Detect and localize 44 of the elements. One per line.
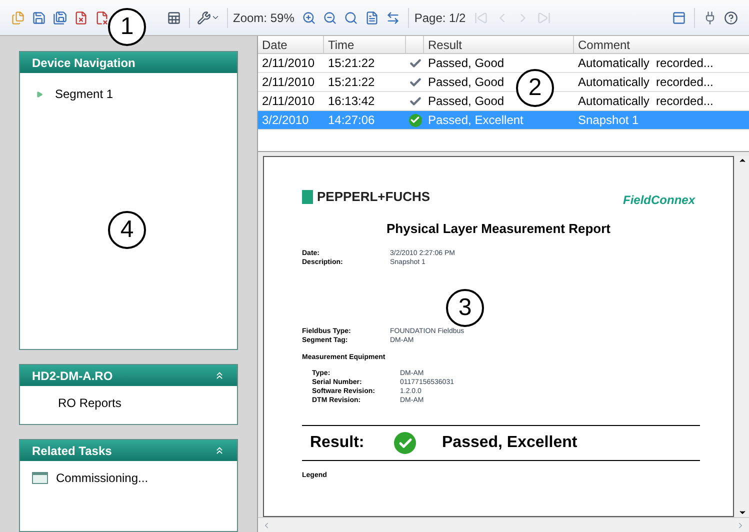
table-cell-text: 2/11/2010 (261, 55, 316, 72)
table-cell-text: 15:21:22 (327, 74, 376, 91)
table-cell-text: Passed, Good (428, 74, 504, 91)
table-cell-text: Automatically recorded... (577, 93, 714, 110)
table-cell-text: Passed, Good (428, 93, 504, 110)
result-value: Passed, Excellent (442, 433, 578, 453)
wrench-icon (197, 10, 211, 24)
column-header[interactable]: Time (324, 36, 406, 53)
table-cell-text: 15:21:22 (327, 55, 376, 72)
panel-title: HD2-DM-A.RO (32, 368, 113, 384)
check-icon (408, 76, 422, 88)
scroll-down-icon[interactable] (738, 508, 746, 517)
panel-title: Related Tasks (32, 442, 112, 460)
page-label: Page: 1/2 (414, 10, 466, 26)
table-cell-text: Passed, Excellent (428, 112, 524, 129)
zoom-label: Zoom: 59% (233, 10, 294, 26)
column-header[interactable]: Result (424, 36, 574, 53)
table-cell-text: 2/11/2010 (261, 93, 316, 110)
table-cell-text: 2/11/2010 (261, 74, 316, 91)
table-cell-text: 3/2/2010 (261, 112, 310, 129)
check-icon (408, 94, 422, 108)
scroll-up-icon[interactable] (738, 156, 746, 165)
check-icon (408, 56, 422, 70)
panel-title: Device Navigation (32, 54, 136, 72)
vertical-scrollbar[interactable] (735, 156, 749, 517)
column-header[interactable]: Comment (574, 36, 749, 53)
collapse-icon[interactable] (214, 445, 225, 456)
collapse-icon[interactable] (214, 370, 225, 381)
table-cell-text: Snapshot 1 (577, 112, 640, 129)
logo-icon (302, 190, 313, 204)
report-title: Physical Layer Measurement Report (386, 220, 612, 238)
table-cell-text: Passed, Good (428, 55, 504, 72)
tree-item[interactable]: Segment 1 (55, 85, 114, 103)
table-cell-text: Automatically recorded... (577, 55, 714, 72)
caret-icon (211, 13, 220, 22)
brand-logo: FieldConnex (622, 192, 695, 209)
table-cell-text: Automatically recorded... (577, 74, 714, 91)
table-cell-text: 14:27:06 (327, 112, 376, 129)
column-header[interactable]: Date (258, 36, 324, 53)
company-logo: PEPPERL+FUCHS (317, 188, 430, 206)
result-label: Result: (310, 433, 366, 453)
task-link[interactable]: Commissioning... (56, 469, 148, 487)
task-link[interactable]: RO Reports (58, 394, 122, 412)
table-cell-text: 16:13:42 (327, 93, 376, 110)
